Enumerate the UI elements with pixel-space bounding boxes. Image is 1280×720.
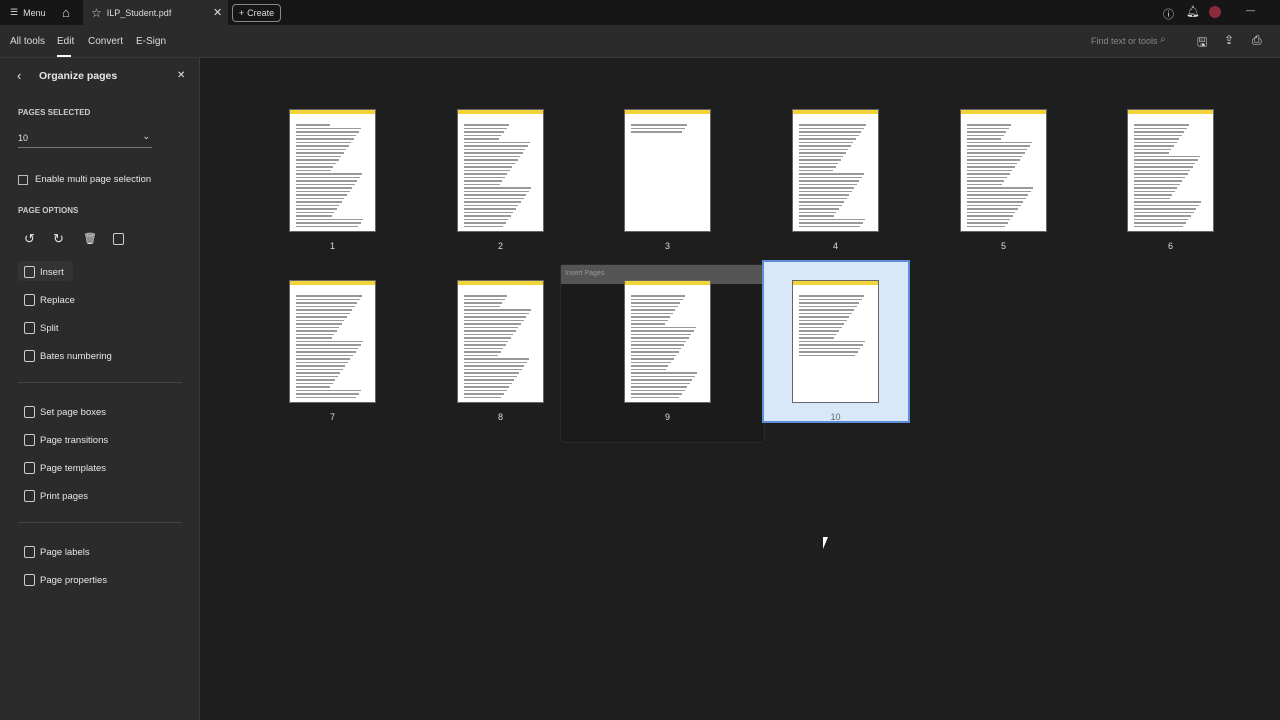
page-thumbnail[interactable] [792,280,879,403]
page-properties-button[interactable]: Page properties [24,574,107,586]
rotate-left-icon[interactable]: ↺ [24,231,35,247]
replace-button[interactable]: Replace [24,294,75,306]
tab-convert[interactable]: Convert [88,36,123,47]
hamburger-icon: ☰ [10,7,19,17]
bates-icon [24,350,35,362]
create-button[interactable]: + Create [232,4,281,22]
page-number-label: 2 [497,241,503,251]
avatar[interactable] [1209,6,1221,18]
chevron-down-icon: ⌄ [142,131,150,141]
tab-all-tools[interactable]: All tools [10,36,45,47]
split-icon [24,322,35,334]
pages-selected-label: PAGES SELECTED [18,108,91,117]
page-number-label: 3 [664,241,670,251]
page-templates-button[interactable]: Page templates [24,462,106,474]
multi-select-label: Enable multi page selection [35,174,152,185]
active-tab-indicator [57,55,71,57]
page-number-label: 7 [329,412,335,422]
home-icon[interactable]: ⌂ [62,5,70,20]
mouse-cursor-icon [823,537,833,549]
toolbar: All tools Edit Convert E-Sign Find text … [0,25,1280,58]
organize-pages-panel: ‹ Organize pages ✕ PAGES SELECTED 10 ⌄ E… [0,58,200,720]
replace-page-icon [24,294,35,306]
title-bar: ☰ Menu ⌂ ☆ ILP_Student.pdf ✕ + Create ⓘ 🔔︎ … [0,0,1280,25]
minimize-button[interactable]: — [1246,5,1255,15]
plus-icon: + [238,8,245,18]
trash-icon[interactable]: 🗑︎ [83,232,97,245]
search-icon[interactable]: ⌕ [1160,34,1166,45]
print-icon[interactable]: ⎙ [1252,33,1262,48]
extract-page-icon[interactable] [113,233,124,245]
divider [18,522,182,523]
split-button[interactable]: Split [24,322,58,334]
properties-icon [24,574,35,586]
page-thumbnail[interactable] [289,280,376,403]
transitions-icon [24,434,35,446]
rotate-right-icon[interactable]: ↻ [53,231,64,247]
search-input[interactable]: Find text or tools [1091,36,1158,46]
bates-numbering-button[interactable]: Bates numbering [24,350,112,362]
tab-edit[interactable]: Edit [57,36,74,47]
page-number-label: 6 [1167,241,1173,251]
templates-icon [24,462,35,474]
pages-selected-dropdown[interactable]: 10 ⌄ [18,131,152,148]
print-pages-icon [24,490,35,502]
labels-icon [24,546,35,558]
tab-e-sign[interactable]: E-Sign [136,36,166,47]
upload-cloud-icon[interactable]: ⇪ [1224,33,1234,47]
back-icon[interactable]: ‹ [17,68,21,83]
page-boxes-icon [24,406,35,418]
panel-title: Organize pages [39,70,118,82]
close-tab-icon[interactable]: ✕ [213,6,222,19]
page-thumbnail[interactable] [792,109,879,232]
insert-page-icon [24,266,35,278]
page-number-label: 8 [497,412,503,422]
page-number-label: 5 [1000,241,1006,251]
page-thumbnail[interactable] [624,109,711,232]
page-number-label: 10 [830,412,841,422]
save-icon[interactable]: 🖫 [1197,33,1207,54]
print-pages-button[interactable]: Print pages [24,490,88,502]
page-options-label: PAGE OPTIONS [18,206,79,215]
page-number-label: 4 [832,241,838,251]
page-thumbnail[interactable] [960,109,1047,232]
insert-button[interactable]: Insert [24,266,64,278]
page-transitions-button[interactable]: Page transitions [24,434,108,446]
menu-button[interactable]: ☰ Menu [10,7,46,18]
help-icon[interactable]: ⓘ [1163,6,1174,22]
multi-select-checkbox[interactable] [18,175,28,185]
divider [18,382,182,383]
close-panel-icon[interactable]: ✕ [177,70,185,81]
page-thumbnail[interactable] [457,109,544,232]
document-tab[interactable]: ☆ ILP_Student.pdf ✕ [83,0,228,25]
page-number-label: 1 [329,241,335,251]
page-thumbnail[interactable] [289,109,376,232]
page-labels-button[interactable]: Page labels [24,546,90,558]
page-thumbnail[interactable] [624,280,711,403]
page-thumbnail[interactable] [1127,109,1214,232]
page-number-label: 9 [664,412,670,422]
notification-bell-icon[interactable]: 🔔︎ [1186,5,1200,18]
page-thumbnail[interactable] [457,280,544,403]
set-page-boxes-button[interactable]: Set page boxes [24,406,106,418]
star-icon[interactable]: ☆ [91,6,102,20]
